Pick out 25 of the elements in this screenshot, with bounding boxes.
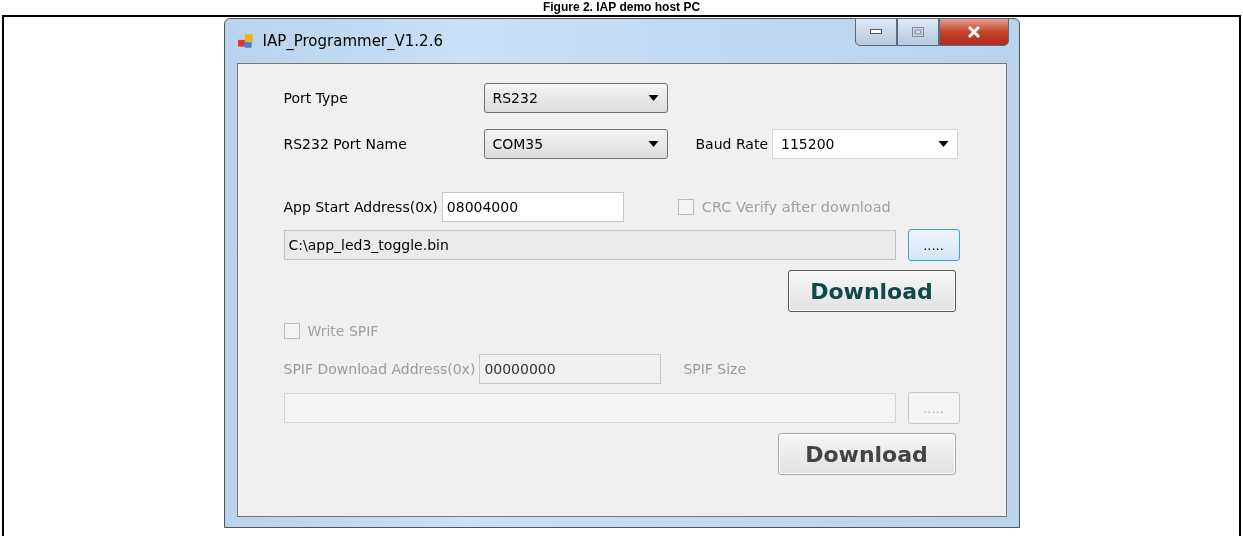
minimize-icon [869,29,882,35]
app-address-field[interactable]: 08004000 [441,192,624,222]
maximize-icon [911,27,924,37]
port-type-label: Port Type [283,90,349,106]
browse-button[interactable]: ..... [907,229,960,261]
maximize-button[interactable] [896,18,939,46]
baud-rate-label: Baud Rate [695,136,768,152]
caret-icon [647,95,659,101]
app-address-label: App Start Address(0x) [283,199,438,215]
baud-rate-dropdown[interactable]: 115200 [772,129,958,159]
minimize-button[interactable] [854,18,897,46]
close-button[interactable] [938,18,1009,46]
port-name-dropdown[interactable]: COM35 [483,129,668,159]
download-button[interactable]: Download [787,270,956,312]
port-name-label: RS232 Port Name [283,136,408,152]
caret-icon [938,141,949,147]
app-file-field[interactable]: C:\app_led3_toggle.bin [283,230,896,260]
figure-caption: Figure 2. IAP demo host PC [541,0,702,14]
spif-size-label: SPIF Size [683,361,747,377]
caret-icon [647,141,659,147]
port-type-dropdown[interactable]: RS232 [483,83,668,113]
close-icon [966,26,981,38]
spif-address-label: SPIF Download Address(0x) [283,361,476,377]
app-icon [236,32,255,50]
window-title: IAP_Programmer_V1.2.6 [262,32,443,50]
